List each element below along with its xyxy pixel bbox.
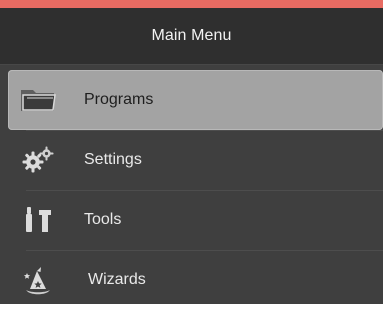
gears-icon [18,144,58,176]
menu-item-label: Settings [84,151,142,168]
menu-item-programs[interactable]: Programs [8,70,383,130]
menu-item-settings[interactable]: Settings [0,130,383,190]
menu-item-label: Wizards [88,271,146,288]
page-title: Main Menu [151,27,232,44]
menu-item-label: Tools [84,211,122,228]
folder-icon [18,84,58,116]
main-menu-header: Main Menu [0,8,383,65]
menu-item-tools[interactable]: Tools [0,190,383,250]
main-menu-panel: Main Menu Programs Settings Tools Wizard… [0,0,383,304]
main-menu-list: Programs Settings Tools Wizards [0,70,383,310]
wizard-hat-icon [18,264,58,296]
tools-icon [18,204,58,236]
menu-item-wizards[interactable]: Wizards [0,250,383,310]
menu-item-label: Programs [84,91,154,108]
